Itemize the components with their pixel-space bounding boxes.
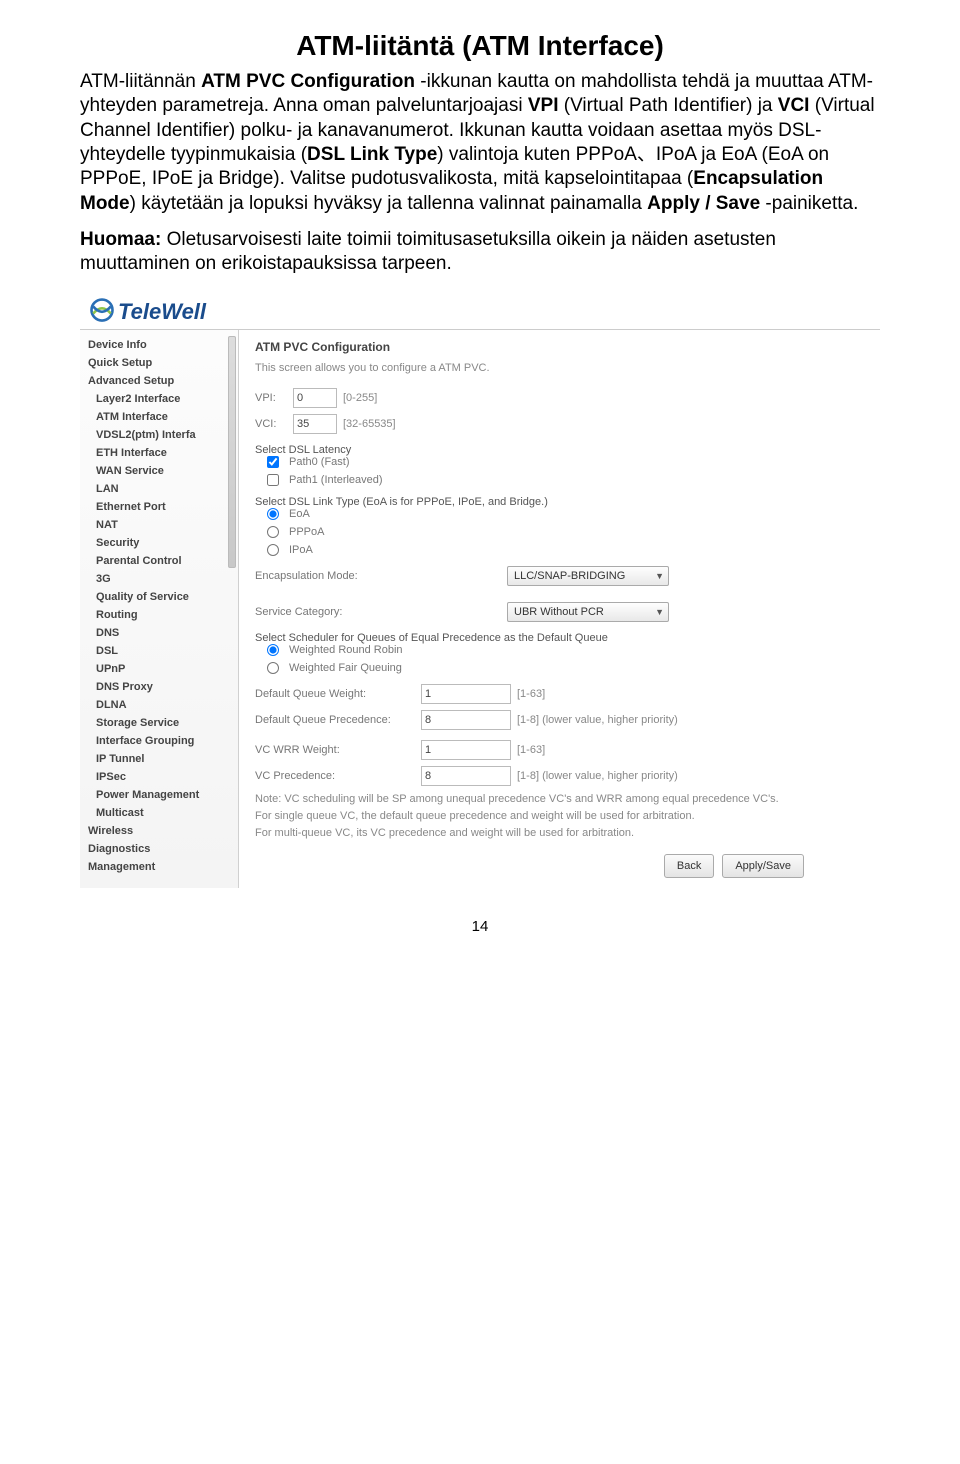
- vc-precedence-label: VC Precedence:: [255, 770, 415, 782]
- apply-save-button[interactable]: Apply/Save: [722, 854, 804, 878]
- default-queue-precedence-hint: [1-8] (lower value, higher priority): [517, 714, 678, 726]
- sidebar-item[interactable]: VDSL2(ptm) Interfa: [80, 426, 238, 444]
- link-type-radio[interactable]: [267, 508, 279, 520]
- paragraph-1: ATM-liitännän ATM PVC Configuration -ikk…: [80, 70, 880, 216]
- scheduler-radio[interactable]: [267, 662, 279, 674]
- encapsulation-label: Encapsulation Mode:: [255, 570, 415, 582]
- sidebar-item[interactable]: Security: [80, 534, 238, 552]
- vc-wrr-weight-input[interactable]: [421, 740, 511, 760]
- latency-checkbox[interactable]: [267, 474, 279, 486]
- sidebar-item[interactable]: Interface Grouping: [80, 732, 238, 750]
- link-type-label: EoA: [289, 508, 310, 520]
- sidebar-item[interactable]: Parental Control: [80, 552, 238, 570]
- sidebar-item[interactable]: NAT: [80, 516, 238, 534]
- vci-input[interactable]: [293, 414, 337, 434]
- vci-hint: [32-65535]: [343, 418, 396, 430]
- router-admin-screenshot: TeleWell Device InfoQuick SetupAdvanced …: [80, 292, 880, 888]
- app-header: TeleWell: [80, 292, 880, 329]
- sidebar-item[interactable]: Storage Service: [80, 714, 238, 732]
- scheduler-option-label: Weighted Round Robin: [289, 644, 403, 656]
- vc-wrr-weight-label: VC WRR Weight:: [255, 744, 415, 756]
- sidebar-item[interactable]: Quality of Service: [80, 588, 238, 606]
- sidebar-item[interactable]: ATM Interface: [80, 408, 238, 426]
- sidebar-item[interactable]: Multicast: [80, 804, 238, 822]
- latency-option-label: Path0 (Fast): [289, 456, 350, 468]
- content-title: ATM PVC Configuration: [255, 340, 864, 354]
- page-title: ATM-liitäntä (ATM Interface): [80, 30, 880, 62]
- sidebar-item[interactable]: Wireless: [80, 822, 238, 840]
- sidebar-item[interactable]: IPSec: [80, 768, 238, 786]
- link-type-label: PPPoA: [289, 526, 324, 538]
- default-queue-precedence-label: Default Queue Precedence:: [255, 714, 415, 726]
- service-category-select[interactable]: UBR Without PCR ▼: [507, 602, 669, 622]
- vc-precedence-input[interactable]: [421, 766, 511, 786]
- sidebar-item[interactable]: WAN Service: [80, 462, 238, 480]
- sidebar-item[interactable]: DNS: [80, 624, 238, 642]
- service-category-value: UBR Without PCR: [514, 606, 604, 618]
- vpi-label: VPI:: [255, 392, 287, 404]
- default-queue-weight-hint: [1-63]: [517, 688, 545, 700]
- sidebar-item[interactable]: IP Tunnel: [80, 750, 238, 768]
- sidebar-item[interactable]: DLNA: [80, 696, 238, 714]
- sidebar-item[interactable]: Advanced Setup: [80, 372, 238, 390]
- encapsulation-select[interactable]: LLC/SNAP-BRIDGING ▼: [507, 566, 669, 586]
- scheduler-label: Select Scheduler for Queues of Equal Pre…: [255, 632, 864, 644]
- scheduler-option-label: Weighted Fair Queuing: [289, 662, 402, 674]
- chevron-down-icon: ▼: [655, 607, 664, 617]
- service-category-label: Service Category:: [255, 606, 415, 618]
- default-queue-weight-label: Default Queue Weight:: [255, 688, 415, 700]
- default-queue-precedence-input[interactable]: [421, 710, 511, 730]
- dsl-latency-label: Select DSL Latency: [255, 444, 864, 456]
- link-type-label: IPoA: [289, 544, 313, 556]
- brand-name: TeleWell: [118, 299, 206, 325]
- scheduler-radio[interactable]: [267, 644, 279, 656]
- sidebar-item[interactable]: DNS Proxy: [80, 678, 238, 696]
- link-type-radio[interactable]: [267, 526, 279, 538]
- chevron-down-icon: ▼: [655, 571, 664, 581]
- sidebar-item[interactable]: Device Info: [80, 336, 238, 354]
- sidebar-item[interactable]: Layer2 Interface: [80, 390, 238, 408]
- vc-precedence-hint: [1-8] (lower value, higher priority): [517, 770, 678, 782]
- sidebar-item[interactable]: Quick Setup: [80, 354, 238, 372]
- link-type-radio[interactable]: [267, 544, 279, 556]
- globe-icon: [88, 296, 116, 329]
- sidebar-item[interactable]: LAN: [80, 480, 238, 498]
- scheduling-note-1: Note: VC scheduling will be SP among une…: [255, 792, 864, 807]
- sidebar-item[interactable]: ETH Interface: [80, 444, 238, 462]
- sidebar-item[interactable]: Diagnostics: [80, 840, 238, 858]
- encapsulation-value: LLC/SNAP-BRIDGING: [514, 570, 625, 582]
- content-area: ATM PVC Configuration This screen allows…: [239, 330, 880, 888]
- sidebar-item[interactable]: Power Management: [80, 786, 238, 804]
- brand-logo: TeleWell: [88, 296, 872, 329]
- back-button[interactable]: Back: [664, 854, 714, 878]
- vpi-hint: [0-255]: [343, 392, 377, 404]
- sidebar-item[interactable]: Management: [80, 858, 238, 876]
- sidebar: Device InfoQuick SetupAdvanced SetupLaye…: [80, 330, 239, 888]
- vci-label: VCI:: [255, 418, 287, 430]
- sidebar-item[interactable]: 3G: [80, 570, 238, 588]
- scheduling-note-3: For multi-queue VC, its VC precedence an…: [255, 826, 864, 841]
- scheduling-note-2: For single queue VC, the default queue p…: [255, 809, 864, 824]
- vpi-input[interactable]: [293, 388, 337, 408]
- content-description: This screen allows you to configure a AT…: [255, 362, 864, 374]
- paragraph-2: Huomaa: Oletusarvoisesti laite toimii to…: [80, 228, 880, 277]
- default-queue-weight-input[interactable]: [421, 684, 511, 704]
- sidebar-item[interactable]: UPnP: [80, 660, 238, 678]
- sidebar-item[interactable]: Ethernet Port: [80, 498, 238, 516]
- sidebar-item[interactable]: DSL: [80, 642, 238, 660]
- page-number: 14: [80, 918, 880, 935]
- vc-wrr-weight-hint: [1-63]: [517, 744, 545, 756]
- latency-checkbox[interactable]: [267, 456, 279, 468]
- sidebar-item[interactable]: Routing: [80, 606, 238, 624]
- latency-option-label: Path1 (Interleaved): [289, 474, 383, 486]
- dsl-link-type-label: Select DSL Link Type (EoA is for PPPoE, …: [255, 496, 864, 508]
